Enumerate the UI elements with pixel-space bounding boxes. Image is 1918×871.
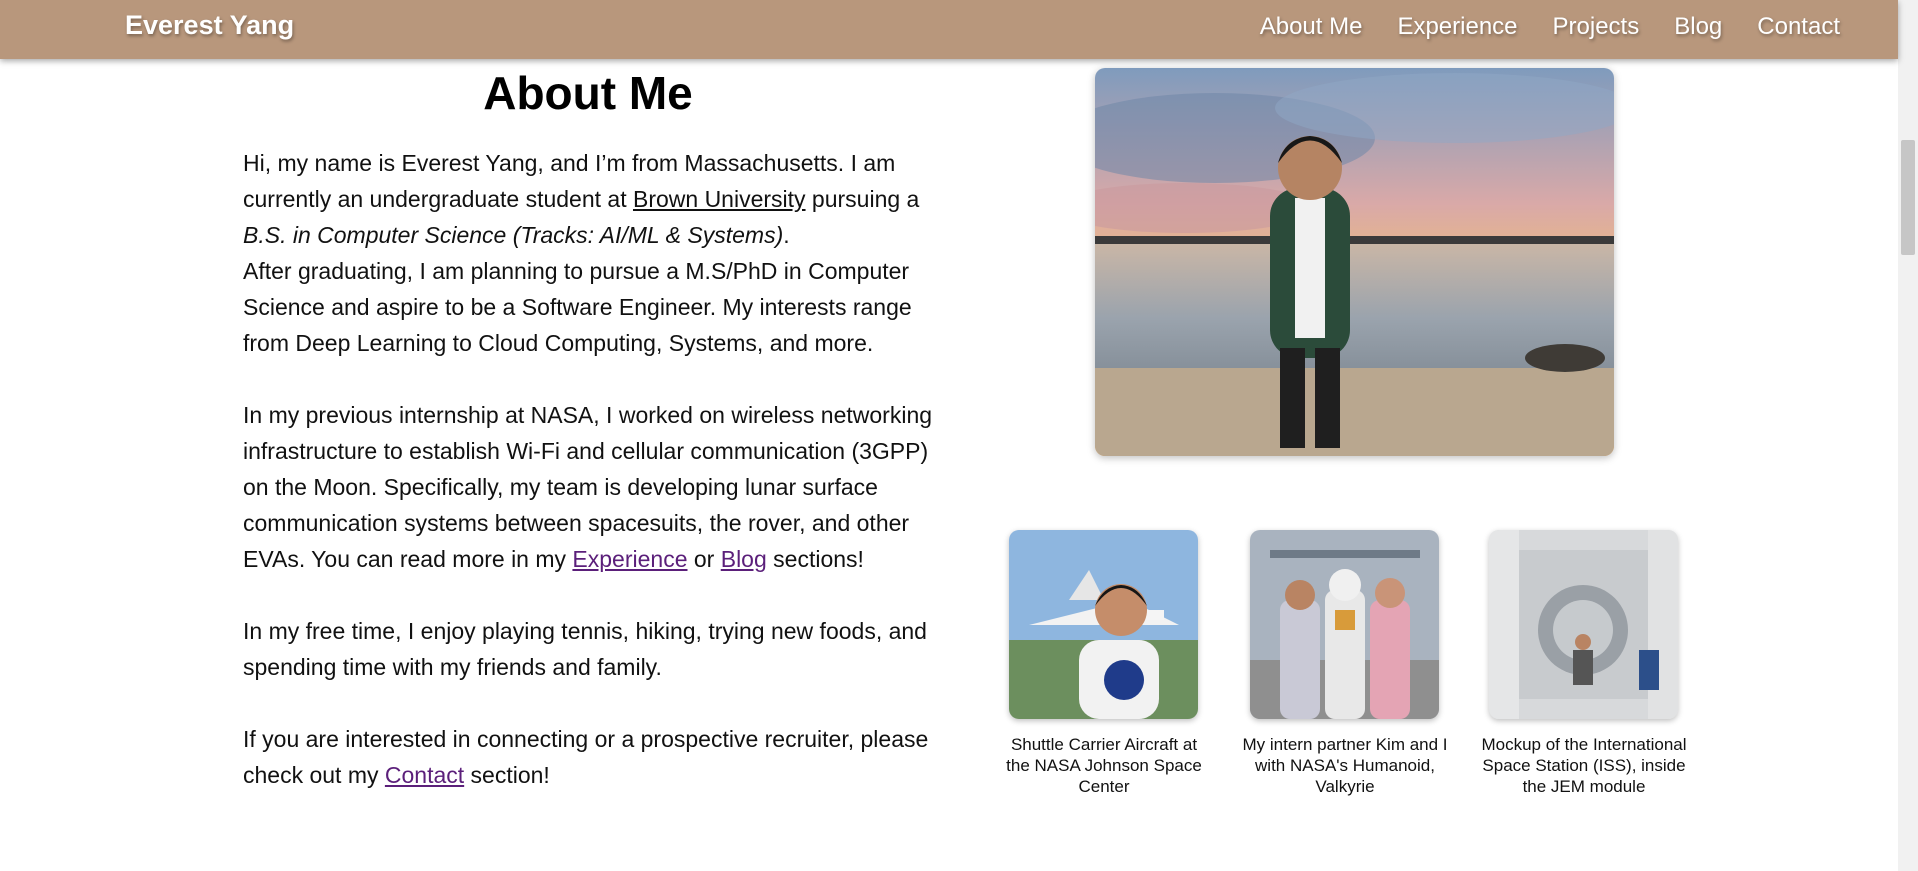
about-paragraph-intro: Hi, my name is Everest Yang, and I’m fro… bbox=[243, 145, 933, 361]
nasa-text-end: sections! bbox=[766, 546, 864, 572]
plans-text: After graduating, I am planning to pursu… bbox=[243, 258, 912, 356]
gallery-caption-iss: Mockup of the International Space Statio… bbox=[1481, 735, 1687, 796]
gallery-caption-valkyrie: My intern partner Kim and I with NASA's … bbox=[1242, 735, 1448, 796]
intro-text-2: pursuing a bbox=[805, 186, 920, 212]
gallery-photo-shuttle bbox=[1009, 530, 1198, 719]
profile-photo-sunset bbox=[1095, 68, 1614, 456]
scrollbar[interactable] bbox=[1898, 0, 1918, 871]
nav-link-experience[interactable]: Experience bbox=[1397, 13, 1517, 41]
contact-link[interactable]: Contact bbox=[385, 762, 464, 788]
blog-link[interactable]: Blog bbox=[721, 546, 767, 572]
contact-text-end: section! bbox=[464, 762, 550, 788]
about-paragraph-hobbies: In my free time, I enjoy playing tennis,… bbox=[243, 618, 927, 680]
nasa-text-or: or bbox=[687, 546, 721, 572]
nav-links: About Me Experience Projects Blog Contac… bbox=[1260, 13, 1840, 41]
brown-university-link[interactable]: Brown University bbox=[633, 186, 806, 212]
page-title: About Me bbox=[483, 67, 693, 119]
intro-period: . bbox=[783, 222, 790, 248]
brand-logo-link[interactable]: Everest Yang bbox=[125, 10, 294, 41]
about-paragraph-contact: If you are interested in connecting or a… bbox=[243, 721, 933, 793]
experience-link[interactable]: Experience bbox=[572, 546, 687, 572]
scrollbar-thumb[interactable] bbox=[1901, 140, 1915, 255]
nav-link-blog[interactable]: Blog bbox=[1674, 13, 1722, 41]
gallery-photo-valkyrie bbox=[1250, 530, 1439, 719]
about-text: Hi, my name is Everest Yang, and I’m fro… bbox=[243, 145, 933, 829]
navbar: Everest Yang About Me Experience Project… bbox=[0, 0, 1898, 59]
contact-text: If you are interested in connecting or a… bbox=[243, 726, 929, 788]
nav-link-contact[interactable]: Contact bbox=[1757, 13, 1840, 41]
nav-link-about[interactable]: About Me bbox=[1260, 13, 1363, 41]
degree-text: B.S. in Computer Science (Tracks: AI/ML … bbox=[243, 222, 784, 248]
gallery-caption-shuttle: Shuttle Carrier Aircraft at the NASA Joh… bbox=[1006, 735, 1202, 796]
gallery-photo-iss bbox=[1489, 530, 1678, 719]
about-paragraph-nasa: In my previous internship at NASA, I wor… bbox=[243, 397, 933, 577]
nav-link-projects[interactable]: Projects bbox=[1553, 13, 1640, 41]
